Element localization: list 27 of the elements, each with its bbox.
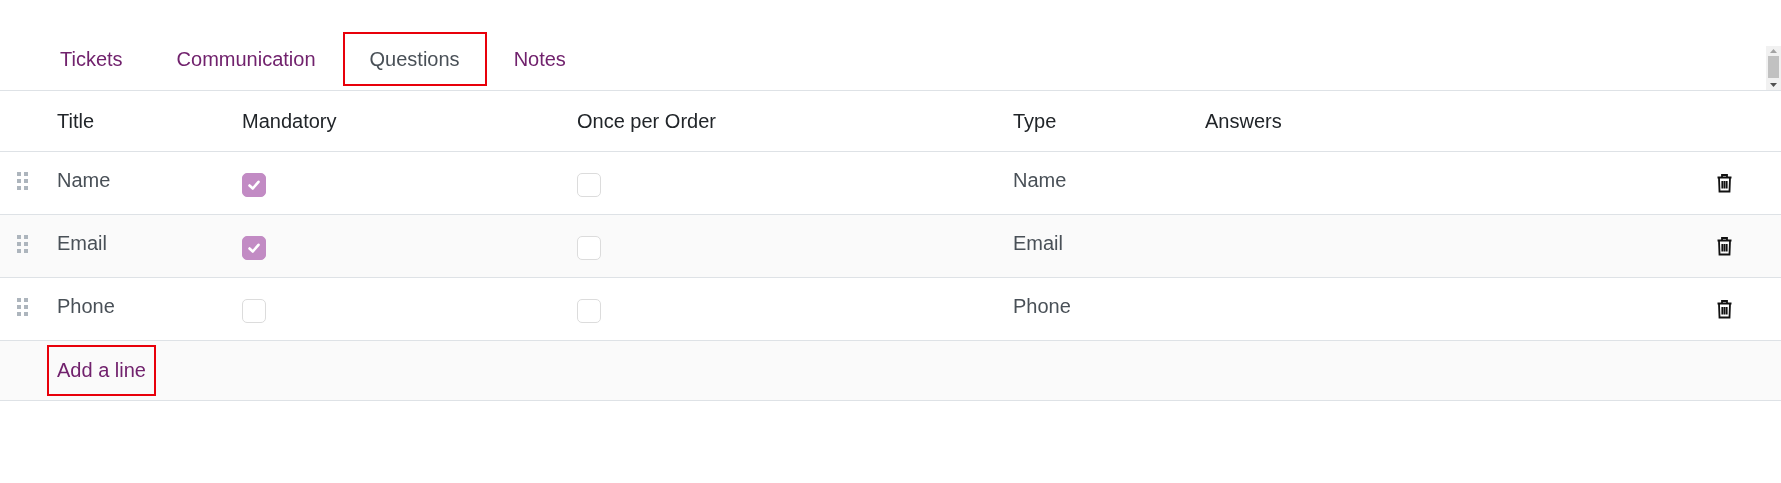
table-cell: Name xyxy=(57,168,111,192)
table-cell: Name xyxy=(1013,168,1067,192)
trash-icon[interactable] xyxy=(1717,299,1732,319)
tab[interactable]: Communication xyxy=(149,32,343,86)
drag-handle-icon[interactable] xyxy=(17,172,28,190)
trash-icon[interactable] xyxy=(1717,173,1732,193)
column-header: Once per Order xyxy=(577,109,717,133)
checkbox[interactable] xyxy=(242,173,266,197)
table-cell: Email xyxy=(1013,231,1063,255)
table-cell: Phone xyxy=(1013,294,1071,318)
table-cell: Email xyxy=(57,231,107,255)
checkmark-icon xyxy=(247,178,261,192)
tab[interactable]: Notes xyxy=(486,32,593,86)
column-header: Title xyxy=(57,109,96,133)
trash-icon[interactable] xyxy=(1717,236,1732,256)
checkbox[interactable] xyxy=(242,236,266,260)
tab[interactable]: Tickets xyxy=(33,32,150,86)
checkmark-icon xyxy=(247,241,261,255)
column-header: Type xyxy=(1013,109,1058,133)
add-line-link[interactable]: Add a line xyxy=(47,345,156,396)
drag-handle-icon[interactable] xyxy=(17,298,28,316)
column-header: Mandatory xyxy=(242,109,338,133)
table-cell: Phone xyxy=(57,294,115,318)
tab[interactable]: Questions xyxy=(342,32,487,86)
scrollbar[interactable] xyxy=(1766,46,1781,90)
drag-handle-icon[interactable] xyxy=(17,235,28,253)
column-header: Answers xyxy=(1205,109,1283,133)
